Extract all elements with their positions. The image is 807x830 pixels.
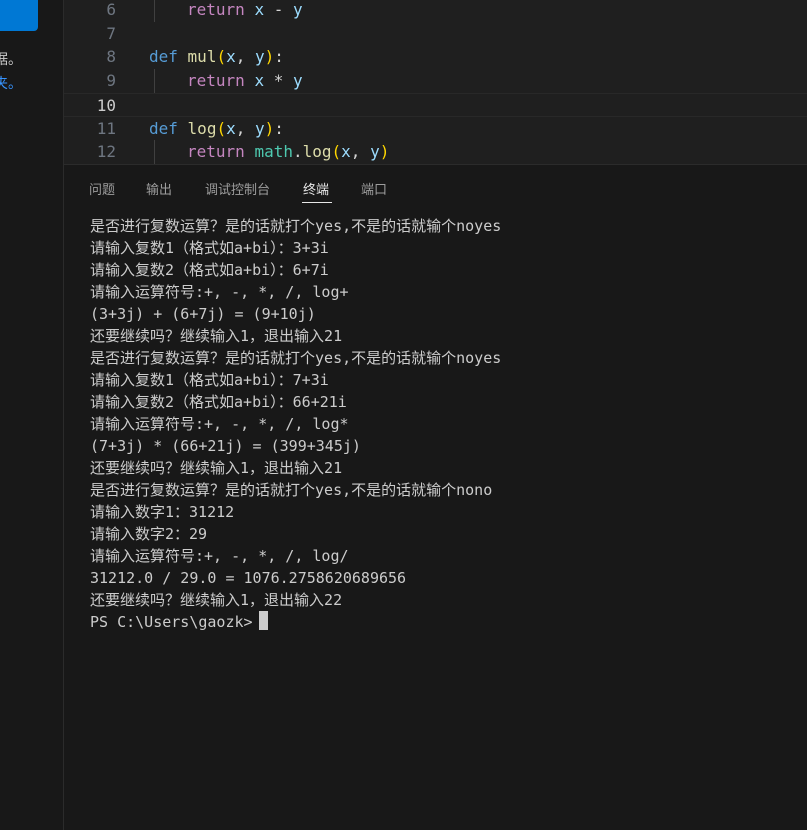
terminal-line: 请输入复数1（格式如a+bi）：7+3i [90,371,329,389]
terminal-line: (7+3j) * (66+21j) = (399+345j) [90,437,361,455]
code-line[interactable]: 8 def mul(x, y): [64,45,807,69]
terminal-prompt: PS C:\Users\gaozk> [90,613,253,631]
terminal-line: 还要继续吗？继续输入1，退出输入21 [90,459,343,477]
bottom-panel: 问题 输出 调试控制台 终端 端口 是否进行复数运算？是的话就打个yes,不是的… [64,164,807,830]
line-number: 11 [96,118,116,138]
sidebar-link[interactable]: 夹。 [0,73,22,93]
tab-ports[interactable]: 端口 [361,179,387,198]
code-editor[interactable]: 6 return x - y 7 8 def mul(x, y): 9 return x *… [64,0,807,164]
terminal-cursor [258,611,268,630]
code-token: y [370,142,380,162]
code-text: return x * y [187,69,303,93]
code-line[interactable]: 11 def log(x, y): [64,117,807,141]
tab-output[interactable]: 输出 [146,179,172,198]
terminal-line: 请输入复数2（格式如a+bi）：66+21i [90,393,347,411]
code-token: x [226,118,236,138]
code-line[interactable]: 12 return math.log(x, y) [64,140,807,164]
code-token: ( [216,118,227,138]
code-token: ) [264,47,275,67]
code-token: return [187,0,245,19]
code-token: . [292,142,303,162]
sidebar-text: 据。 [0,52,22,68]
code-token: return [187,142,245,162]
terminal-line: 是否进行复数运算？是的话就打个yes,不是的话就输个nono [90,481,493,499]
terminal-line: 请输入数字2：29 [90,525,208,543]
line-number: 12 [96,142,116,162]
code-token: , [235,47,255,67]
indent-guide [154,140,155,164]
terminal-line: 还要继续吗？继续输入1，退出输入21 [90,327,343,345]
code-token: ) [264,118,275,138]
code-token: ) [379,142,390,162]
code-text: def log(x, y): [149,117,284,141]
code-line[interactable]: 6 return x - y [64,0,807,22]
panel-tabs: 问题 输出 调试控制台 终端 端口 [64,165,807,207]
code-token: x [254,0,265,19]
code-token: x [341,142,351,162]
code-token: x [226,47,236,67]
terminal-line: 31212.0 / 29.0 = 1076.2758620689656 [90,569,407,587]
line-number: 7 [106,23,116,43]
terminal-line: 请输入运算符号:+, -, *, /, log+ [90,283,349,301]
code-text: return x - y [187,0,303,22]
tab-debug-console[interactable]: 调试控制台 [205,179,270,198]
code-token: : [274,118,284,138]
indent-guide [154,69,155,94]
code-token: ( [331,142,342,162]
terminal-line: 请输入数字1：31212 [90,503,235,521]
tab-problems[interactable]: 问题 [89,179,115,198]
active-tab-indicator [302,202,332,203]
code-token: y [255,118,265,138]
code-token: ( [216,47,227,67]
code-token: y [292,71,303,91]
code-line[interactable]: 7 [64,22,807,46]
code-token: log [302,142,332,162]
terminal-line: 请输入运算符号:+, -, *, /, log/ [90,547,349,565]
terminal-line: 请输入运算符号:+, -, *, /, log* [90,415,349,433]
code-text: return math.log(x, y) [187,140,389,164]
code-token: return [187,71,245,91]
code-token: log [187,118,217,138]
code-text: def mul(x, y): [149,45,284,69]
terminal-line: (3+3j) + (6+7j) = (9+10j) [90,305,316,323]
indent-guide [154,0,155,22]
code-token: * [264,71,293,91]
code-token: def [149,118,178,138]
code-token: math [254,142,293,162]
code-line[interactable]: 10 [64,92,807,117]
code-token: x [254,71,265,91]
terminal-line: 是否进行复数运算？是的话就打个yes,不是的话就输个noyes [90,217,502,235]
code-token: y [255,47,265,67]
code-token: - [264,0,293,19]
code-token: , [350,142,371,162]
code-token: y [292,0,303,19]
primary-button[interactable] [0,0,38,31]
terminal-line: 还要继续吗？继续输入1，退出输入22 [90,591,343,609]
line-number: 6 [106,0,116,19]
line-number: 8 [106,47,116,67]
code-token: def [149,47,178,67]
code-line[interactable]: 9 return x * y [64,69,807,94]
code-token: mul [187,47,217,67]
line-number: 9 [106,71,116,91]
code-token: , [235,118,255,138]
terminal-output[interactable]: 是否进行复数运算？是的话就打个yes,不是的话就输个noyes 请输入复数1（格… [90,215,797,633]
sidebar: 据。 夹。 [0,0,64,830]
tab-terminal[interactable]: 终端 [303,179,329,198]
terminal-line: 请输入复数1（格式如a+bi）：3+3i [90,239,329,257]
code-token: : [274,47,284,67]
terminal-line: 是否进行复数运算？是的话就打个yes,不是的话就输个noyes [90,349,502,367]
terminal-prompt-line[interactable]: PS C:\Users\gaozk> [90,611,797,633]
terminal-line: 请输入复数2（格式如a+bi）：6+7i [90,261,329,279]
line-number: 10 [96,95,116,115]
